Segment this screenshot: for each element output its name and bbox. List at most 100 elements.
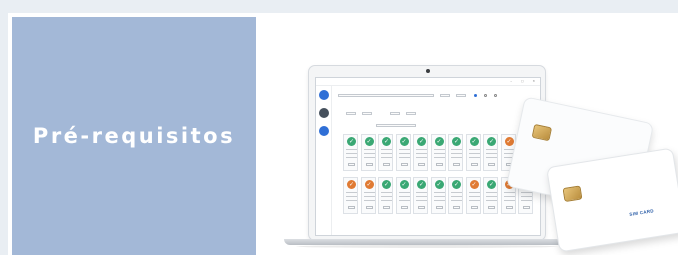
cell-field (435, 206, 443, 209)
cell-text-line (381, 192, 392, 193)
cell-text-line (451, 200, 462, 201)
cell-text-line (363, 149, 375, 150)
check-icon: ✓ (364, 180, 374, 189)
cell-text-line (398, 157, 410, 158)
sim-slot-cell: ✓ (483, 134, 498, 171)
sidebar-item-2 (318, 108, 330, 118)
sim-slot-cell: ✓ (395, 134, 411, 171)
check-icon: ✓ (452, 137, 461, 146)
sim-slot-cell: ✓ (413, 177, 428, 214)
cell-text-line (416, 153, 427, 154)
cell-text-line (521, 200, 532, 201)
sim-slot-cell: ✓ (378, 177, 393, 214)
radio-option-2 (484, 94, 487, 97)
cell-text-line (503, 192, 515, 193)
cell-text-line (416, 196, 427, 197)
cell-text-line (486, 157, 497, 158)
cell-text-line (451, 149, 462, 150)
sim-slot-cell: ✓ (360, 134, 376, 171)
cell-field (400, 206, 408, 209)
check-icon: ✓ (382, 180, 391, 189)
sidebar-icon-2 (319, 108, 329, 118)
cell-text-line (433, 153, 445, 154)
cell-text-line (521, 196, 532, 197)
sim-slot-cell: ✓ (448, 177, 463, 214)
cell-text-line (381, 200, 392, 201)
cell-text-line (363, 200, 375, 201)
check-icon: ✓ (504, 137, 514, 146)
cell-text-line (346, 157, 357, 158)
cell-text-line (468, 200, 480, 201)
laptop-camera-icon (426, 69, 430, 73)
check-icon: ✓ (469, 137, 479, 146)
title-panel: Pré-requisitos (12, 17, 256, 255)
cell-text-line (398, 196, 410, 197)
cell-text-line (363, 196, 375, 197)
cell-text-line (433, 149, 445, 150)
check-icon: ✓ (399, 137, 409, 146)
cell-field (365, 163, 373, 166)
cell-text-line (521, 192, 532, 193)
cell-text-line (416, 149, 427, 150)
cell-field (383, 163, 390, 166)
cell-text-line (363, 157, 375, 158)
cell-text-line (468, 149, 480, 150)
check-icon: ✓ (487, 137, 496, 146)
cell-text-line (346, 153, 357, 154)
cell-field (400, 163, 408, 166)
form-field-2 (440, 94, 450, 98)
app-titlebar: – ▢ ✕ (316, 78, 540, 86)
laptop-screen: – ▢ ✕ ✓✓✓✓✓✓✓✓✓✓✓✓✓✓✓✓✓✓✓✓✓✓ (315, 77, 541, 236)
cell-field (365, 206, 373, 209)
cell-text-line (433, 192, 445, 193)
cell-text-line (451, 153, 462, 154)
cell-field (383, 206, 390, 209)
check-icon: ✓ (347, 180, 356, 189)
cell-text-line (416, 157, 427, 158)
cell-text-line (451, 157, 462, 158)
check-icon: ✓ (382, 137, 391, 146)
cell-text-line (468, 196, 480, 197)
sidebar-icon-1 (319, 90, 329, 100)
sim-slot-cell: ✓ (430, 177, 446, 214)
radio-option-1 (474, 94, 477, 97)
cell-field (348, 163, 355, 166)
sim-slot-cell: ✓ (448, 134, 463, 171)
check-icon: ✓ (347, 137, 356, 146)
cell-text-line (486, 192, 497, 193)
sim-slot-cell: ✓ (430, 134, 446, 171)
cell-text-line (381, 196, 392, 197)
check-icon: ✓ (417, 137, 426, 146)
form-field-6 (390, 112, 400, 116)
cell-text-line (468, 153, 480, 154)
sim-slot-cell: ✓ (378, 134, 393, 171)
cell-text-line (398, 200, 410, 201)
cell-text-line (398, 153, 410, 154)
cell-text-line (363, 192, 375, 193)
cell-field (453, 163, 460, 166)
sim-slot-cell: ✓ (465, 177, 481, 214)
cell-field (470, 206, 478, 209)
check-icon: ✓ (364, 137, 374, 146)
form-field-5 (362, 112, 372, 116)
sim-card-front: SIM CARD (546, 147, 678, 253)
sidebar-item-1 (318, 90, 330, 100)
sim-chip-icon (531, 123, 553, 142)
cell-text-line (346, 192, 357, 193)
sim-slot-cell: ✓ (483, 177, 498, 214)
cell-field (488, 206, 495, 209)
cell-field (488, 163, 495, 166)
cell-field (418, 163, 425, 166)
form-field-3 (456, 94, 466, 98)
cell-text-line (433, 196, 445, 197)
check-icon: ✓ (417, 180, 426, 189)
product-illustration: – ▢ ✕ ✓✓✓✓✓✓✓✓✓✓✓✓✓✓✓✓✓✓✓✓✓✓ (256, 17, 678, 255)
form-field-4 (346, 112, 356, 116)
sidebar-item-3 (318, 126, 330, 136)
cell-field (348, 206, 355, 209)
sim-slot-cell: ✓ (465, 134, 481, 171)
radio-option-3 (494, 94, 497, 97)
cell-text-line (503, 200, 515, 201)
cell-field (523, 206, 530, 209)
sidebar-icon-3 (319, 126, 329, 136)
